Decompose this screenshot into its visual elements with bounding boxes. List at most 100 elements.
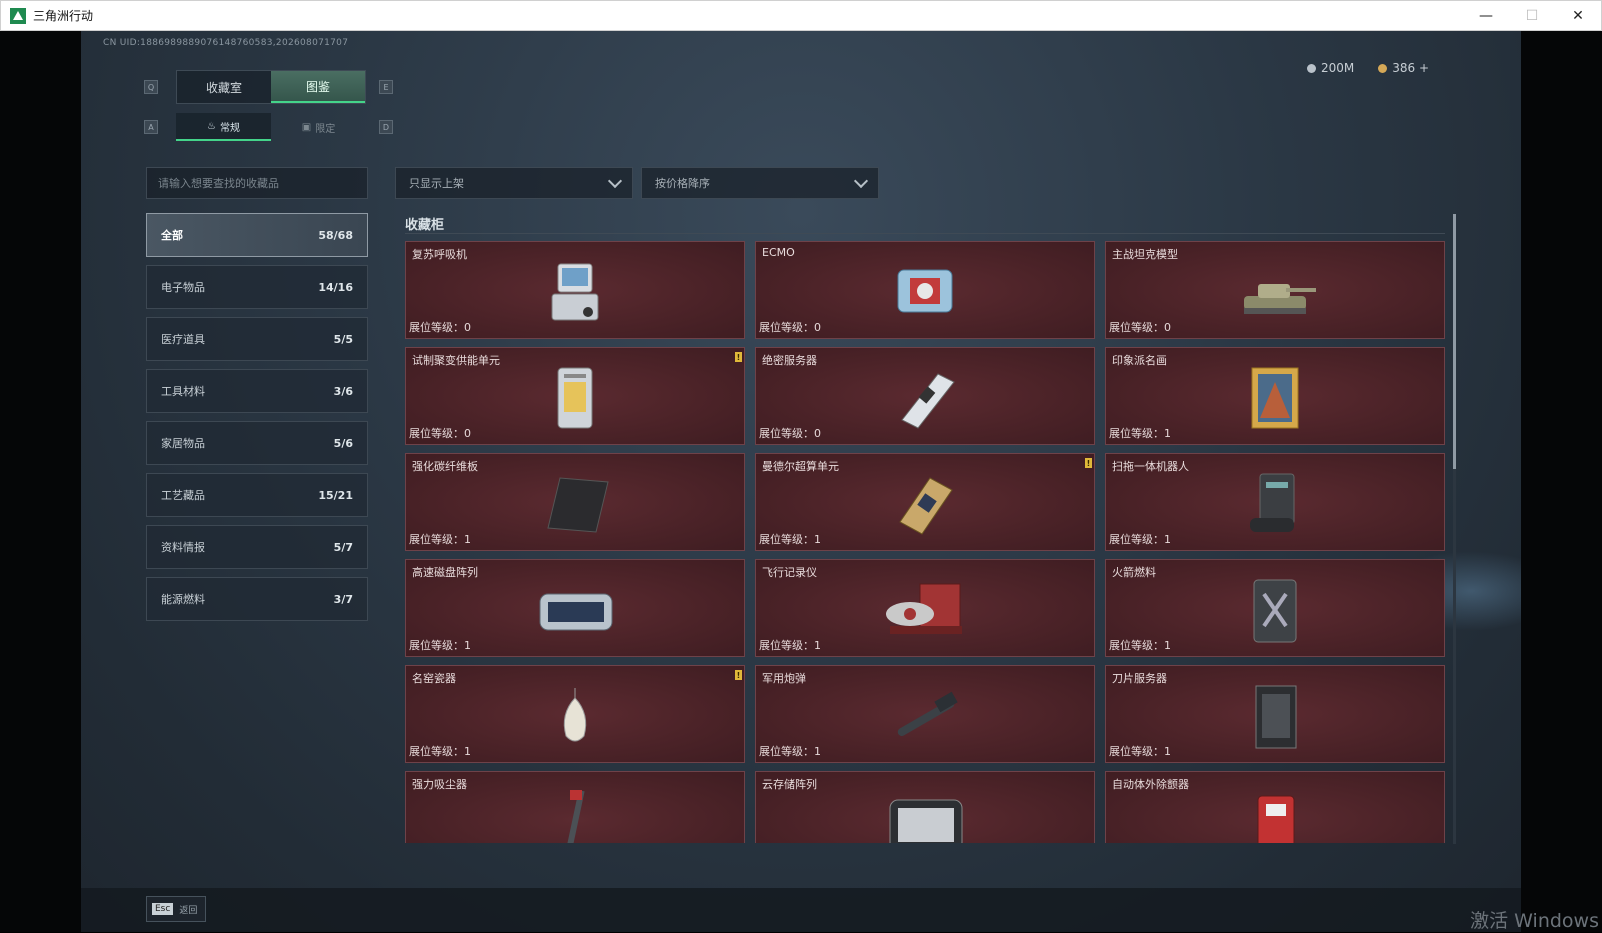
collection-item-card[interactable]: ECMO 展位等级：0: [755, 241, 1095, 339]
item-name: 扫拖一体机器人: [1112, 460, 1189, 473]
collection-item-card[interactable]: 火箭燃料展位等级：1: [1105, 559, 1445, 657]
chevron-down-icon: [607, 173, 623, 189]
category-medical[interactable]: 医疗道具 5/5: [146, 317, 368, 361]
search-input[interactable]: [146, 167, 368, 199]
artillery-shell-icon: [897, 691, 958, 736]
collection-item-card[interactable]: 曼德尔超算单元 展位等级：1!: [755, 453, 1095, 551]
category-home[interactable]: 家居物品 5/6: [146, 421, 368, 465]
item-level: 展位等级：0: [409, 319, 471, 335]
collection-grid: 复苏呼吸机 展位等级：0 ECMO 展位等级：0 主战坦克模型 展位等级：0 试制聚变供能单…: [405, 241, 1445, 843]
collection-item-card[interactable]: 高速磁盘阵列 展位等级：1: [405, 559, 745, 657]
silver-coin-icon: [1306, 64, 1316, 73]
category-electronics[interactable]: 电子物品 14/16: [146, 265, 368, 309]
level-label: 展位等级：: [1109, 321, 1164, 334]
defibrillator-icon: [1257, 795, 1295, 843]
level-value: 1: [464, 639, 471, 652]
level-label: 展位等级：: [409, 639, 464, 652]
item-name: 曼德尔超算单元: [762, 460, 839, 473]
image-icon: ▣: [301, 121, 312, 133]
collection-item-card[interactable]: 刀片服务器 展位等级：1: [1105, 665, 1445, 763]
maximize-button[interactable]: ☐: [1509, 1, 1555, 31]
app-logo-icon: [10, 7, 26, 24]
collection-item-card[interactable]: 主战坦克模型 展位等级：0: [1105, 241, 1445, 339]
collection-item-card[interactable]: 云存储阵列: [755, 771, 1095, 843]
item-level: 展位等级：1: [1109, 425, 1171, 441]
tab-collection-room[interactable]: 收藏室: [177, 71, 271, 103]
grid-scrollbar[interactable]: [1453, 214, 1456, 844]
footer-bar: Esc 返回: [81, 888, 1521, 932]
item-name: 印象派名画: [1112, 354, 1167, 367]
level-label: 展位等级：: [759, 639, 814, 652]
tab-catalog[interactable]: 图鉴: [271, 71, 365, 103]
porcelain-vase-icon: [563, 688, 587, 742]
collection-item-card[interactable]: 自动体外除颤器: [1105, 771, 1445, 843]
sub-tabs: ♨ 常规 ▣ 限定: [176, 113, 366, 141]
item-name: 名窑瓷器: [412, 672, 456, 685]
category-intel[interactable]: 资料情报 5/7: [146, 525, 368, 569]
keyhint-d: D: [379, 120, 393, 134]
item-level: 展位等级：1: [409, 637, 471, 653]
level-label: 展位等级：: [1109, 533, 1164, 546]
collection-item-card[interactable]: 名窑瓷器 展位等级：1!: [405, 665, 745, 763]
silver-balance[interactable]: 200M: [1306, 61, 1354, 75]
collection-item-card[interactable]: 军用炮弹 展位等级：1: [755, 665, 1095, 763]
robot-vacuum-icon: [1250, 473, 1295, 532]
minimize-button[interactable]: —: [1463, 1, 1509, 31]
category-energy[interactable]: 能源燃料 3/7: [146, 577, 368, 621]
item-name: 高速磁盘阵列: [412, 566, 478, 579]
gold-balance[interactable]: 386 +: [1378, 61, 1429, 75]
section-title: 收藏柜: [405, 218, 445, 233]
sort-dropdown[interactable]: 按价格降序: [641, 167, 879, 199]
item-level: 展位等级：0: [759, 319, 821, 335]
disk-array-icon: [539, 593, 613, 631]
category-all[interactable]: 全部 58/68: [146, 213, 368, 257]
item-level: 展位等级：1: [1109, 743, 1171, 759]
keyhint-e: E: [379, 80, 393, 94]
tank-model-icon: [1244, 284, 1316, 314]
item-name: 复苏呼吸机: [412, 248, 467, 261]
item-name: 火箭燃料: [1112, 566, 1156, 579]
collection-item-card[interactable]: 印象派名画展位等级：1: [1105, 347, 1445, 445]
ecmo-icon: [897, 269, 953, 313]
flight-recorder-icon: [886, 583, 962, 634]
level-value: 1: [814, 533, 821, 546]
item-name: 军用炮弹: [762, 672, 806, 685]
server-icon: [901, 373, 955, 429]
currency-bar: 200M 386 +: [1306, 61, 1429, 75]
category-tools[interactable]: 工具材料 3/6: [146, 369, 368, 413]
collection-item-card[interactable]: 试制聚变供能单元 展位等级：0!: [405, 347, 745, 445]
level-value: 0: [464, 321, 471, 334]
item-level: 展位等级：0: [759, 425, 821, 441]
item-level: 展位等级：1: [409, 743, 471, 759]
level-label: 展位等级：: [409, 427, 464, 440]
collection-item-card[interactable]: 绝密服务器 展位等级：0: [755, 347, 1095, 445]
close-button[interactable]: ✕: [1555, 1, 1601, 31]
level-label: 展位等级：: [759, 427, 814, 440]
new-badge-icon: !: [1085, 458, 1092, 468]
item-level: 展位等级：1: [1109, 531, 1171, 547]
scrollbar-thumb[interactable]: [1453, 214, 1456, 469]
shelf-filter-dropdown[interactable]: 只显示上架: [395, 167, 633, 199]
item-name: 飞行记录仪: [762, 566, 817, 579]
category-crafts[interactable]: 工艺藏品 15/21: [146, 473, 368, 517]
new-badge-icon: !: [735, 352, 742, 362]
collection-item-card[interactable]: 强力吸尘器: [405, 771, 745, 843]
collection-item-card[interactable]: 强化碳纤维板 展位等级：1: [405, 453, 745, 551]
collection-item-card[interactable]: 扫拖一体机器人 展位等级：1: [1105, 453, 1445, 551]
level-value: 1: [1164, 533, 1171, 546]
item-name: 强化碳纤维板: [412, 460, 478, 473]
tab-regular[interactable]: ♨ 常规: [176, 113, 271, 141]
item-level: 展位等级：0: [409, 425, 471, 441]
item-level: 展位等级：1: [1109, 637, 1171, 653]
collection-item-card[interactable]: 飞行记录仪 展位等级：1: [755, 559, 1095, 657]
level-value: 1: [814, 745, 821, 758]
tab-limited[interactable]: ▣ 限定: [271, 113, 366, 141]
item-name: 主战坦克模型: [1112, 248, 1178, 261]
collection-item-card[interactable]: 复苏呼吸机展位等级：0: [405, 241, 745, 339]
cloud-storage-icon: [889, 799, 963, 843]
window-title: 三角洲行动: [33, 9, 94, 23]
back-button[interactable]: Esc 返回: [146, 896, 206, 922]
level-label: 展位等级：: [1109, 639, 1164, 652]
level-value: 0: [1164, 321, 1171, 334]
fuel-can-icon: [1253, 579, 1297, 643]
